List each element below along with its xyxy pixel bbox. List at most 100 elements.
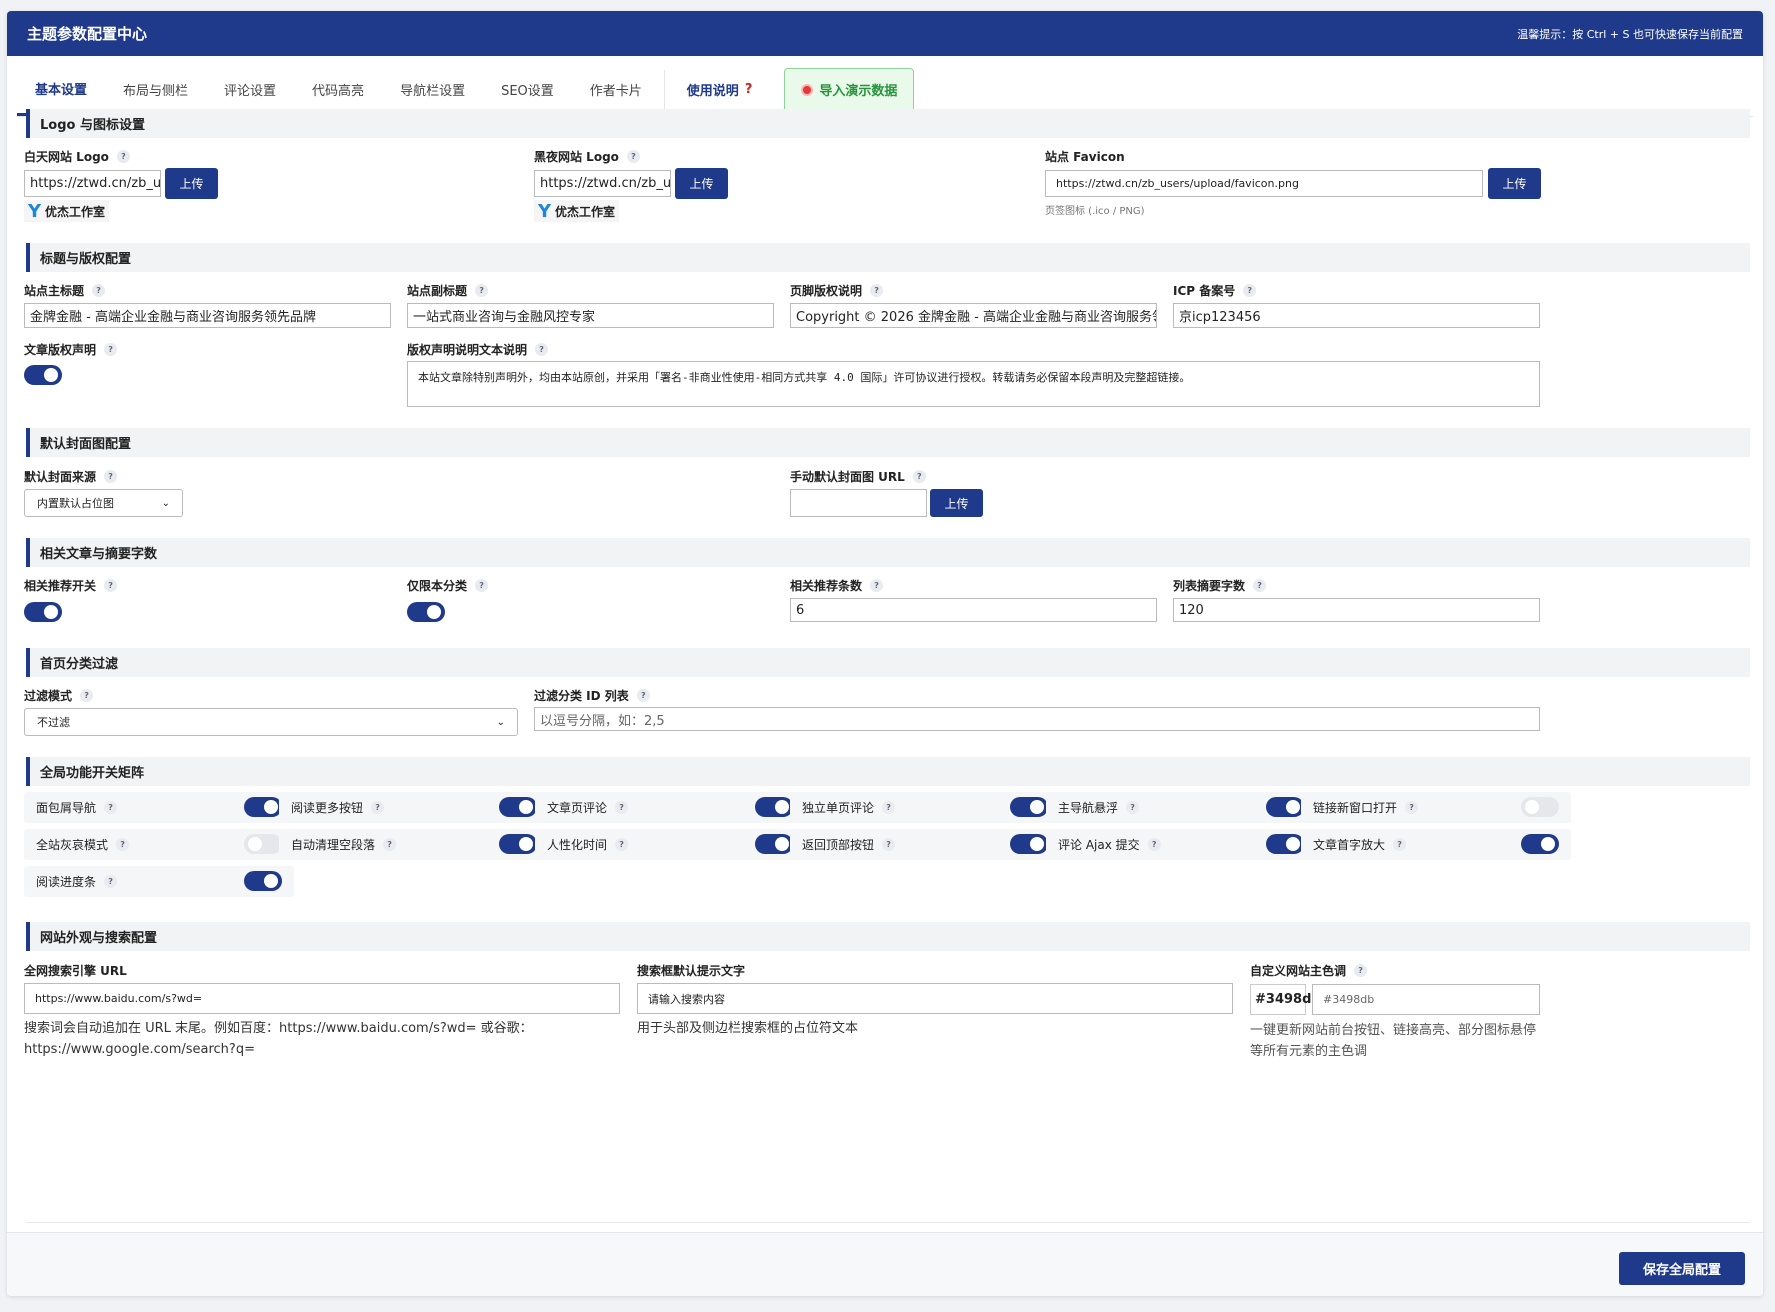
- cover-source-label: 默认封面来源?: [24, 468, 118, 485]
- theme-color-input[interactable]: #3498db: [1312, 984, 1540, 1015]
- footer-copyright-label-text: 页脚版权说明: [790, 284, 863, 298]
- help-icon[interactable]: ?: [104, 470, 118, 483]
- feature-toggle[interactable]: [755, 834, 793, 854]
- help-icon[interactable]: ?: [535, 343, 549, 356]
- excerpt-length-label: 列表摘要字数?: [1173, 577, 1267, 594]
- site-title-input[interactable]: 金牌金融 - 高端企业金融与商业咨询服务领先品牌: [24, 303, 391, 328]
- related-count-label: 相关推荐条数?: [790, 577, 884, 594]
- help-icon[interactable]: ?: [475, 284, 489, 297]
- feature-switch-label: 自动清理空段落: [291, 838, 376, 852]
- filter-ids-input[interactable]: 以逗号分隔，如：2,5: [534, 707, 1540, 731]
- help-icon[interactable]: ?: [870, 579, 884, 592]
- feature-switch-label: 主导航悬浮: [1058, 801, 1119, 815]
- import-demo-button[interactable]: 导入演示数据: [784, 67, 915, 112]
- help-icon[interactable]: ?: [615, 801, 629, 814]
- night-logo-preview: Y 优杰工作室: [534, 200, 620, 222]
- feature-switch-label: 全站灰哀模式: [36, 838, 109, 852]
- filter-mode-value: 不过滤: [37, 716, 70, 729]
- site-subtitle-input[interactable]: 一站式商业咨询与金融风控专家: [407, 303, 774, 328]
- feature-toggle[interactable]: [244, 834, 282, 854]
- help-icon[interactable]: ?: [116, 150, 130, 163]
- section-logo: Logo 与图标设置: [26, 109, 1750, 138]
- save-config-button[interactable]: 保存全局配置: [1619, 1252, 1745, 1285]
- cover-source-select[interactable]: 内置默认占位图 ⌄: [24, 489, 183, 517]
- feature-toggle[interactable]: [499, 797, 537, 817]
- manual-cover-input[interactable]: [790, 489, 927, 517]
- feature-toggle[interactable]: [1010, 797, 1048, 817]
- day-logo-preview: Y 优杰工作室: [24, 200, 110, 222]
- same-category-toggle[interactable]: [407, 602, 445, 622]
- feature-switch-label: 独立单页评论: [802, 801, 875, 815]
- help-icon[interactable]: ?: [615, 838, 629, 851]
- help-icon[interactable]: ?: [882, 838, 896, 851]
- feature-toggle[interactable]: [755, 797, 793, 817]
- feature-toggle[interactable]: [1266, 834, 1304, 854]
- article-copyright-label: 文章版权声明?: [24, 341, 118, 358]
- night-logo-input[interactable]: https://ztwd.cn/zb_users: [534, 170, 671, 197]
- help-icon[interactable]: ?: [636, 689, 650, 702]
- day-logo-input[interactable]: https://ztwd.cn/zb_users: [24, 170, 161, 197]
- related-switch-toggle[interactable]: [24, 602, 62, 622]
- feature-toggle[interactable]: [1010, 834, 1048, 854]
- help-icon[interactable]: ?: [104, 801, 118, 814]
- night-logo-upload-button[interactable]: 上传: [675, 168, 728, 199]
- feature-toggle[interactable]: [1266, 797, 1304, 817]
- tab-help-label: 使用说明: [686, 84, 739, 99]
- day-logo-preview-text: 优杰工作室: [45, 204, 106, 219]
- footer-bar: [7, 1232, 1763, 1296]
- help-icon[interactable]: ?: [1147, 838, 1161, 851]
- filter-mode-label: 过滤模式?: [24, 687, 94, 704]
- help-icon[interactable]: ?: [116, 838, 130, 851]
- help-icon[interactable]: ?: [104, 875, 118, 888]
- help-icon[interactable]: ?: [912, 470, 926, 483]
- day-logo-upload-button[interactable]: 上传: [165, 168, 218, 199]
- feature-switch-item: 主导航悬浮?: [1046, 792, 1316, 823]
- manual-cover-upload-button[interactable]: 上传: [930, 489, 983, 517]
- help-icon[interactable]: ?: [80, 689, 94, 702]
- help-icon[interactable]: ?: [371, 801, 385, 814]
- feature-switch-label: 阅读更多按钮: [291, 801, 364, 815]
- favicon-upload-button[interactable]: 上传: [1488, 168, 1541, 199]
- help-icon[interactable]: ?: [1243, 284, 1257, 297]
- help-icon[interactable]: ?: [870, 284, 884, 297]
- theme-color-help: 一键更新网站前台按钮、链接高亮、部分图标悬停等所有元素的主色调: [1250, 1023, 1537, 1059]
- feature-switch-label: 文章首字放大: [1313, 838, 1386, 852]
- help-icon[interactable]: ?: [92, 284, 106, 297]
- feature-switch-label: 返回顶部按钮: [802, 838, 875, 852]
- help-icon[interactable]: ?: [1126, 801, 1140, 814]
- search-placeholder-input[interactable]: 请输入搜索内容: [637, 983, 1233, 1014]
- logo-y-icon: Y: [538, 200, 552, 222]
- help-icon[interactable]: ?: [475, 579, 489, 592]
- feature-switch-item: 独立单页评论?: [790, 792, 1060, 823]
- help-icon[interactable]: ?: [1405, 801, 1419, 814]
- help-icon[interactable]: ?: [626, 150, 640, 163]
- help-icon[interactable]: ?: [1354, 964, 1368, 977]
- feature-switch-item: 文章首字放大?: [1301, 829, 1571, 860]
- article-copyright-toggle[interactable]: [24, 365, 62, 385]
- settings-panel: 主题参数配置中心 温馨提示：按 Ctrl + S 也可快速保存当前配置 基本设置…: [7, 11, 1763, 1296]
- feature-toggle[interactable]: [244, 797, 282, 817]
- feature-toggle[interactable]: [1521, 797, 1559, 817]
- favicon-input[interactable]: https://ztwd.cn/zb_users/upload/favicon.…: [1045, 170, 1483, 197]
- search-url-input[interactable]: https://www.baidu.com/s?wd=: [24, 983, 620, 1014]
- help-icon[interactable]: ?: [383, 838, 397, 851]
- feature-toggle[interactable]: [499, 834, 537, 854]
- theme-color-swatch[interactable]: #3498db: [1250, 984, 1321, 1015]
- related-count-input[interactable]: 6: [790, 598, 1157, 622]
- footer-copyright-input[interactable]: Copyright © 2026 金牌金融 - 高端企业金融与商业咨询服务领先品…: [790, 303, 1157, 328]
- help-icon[interactable]: ?: [104, 343, 118, 356]
- copyright-textarea[interactable]: 本站文章除特别声明外，均由本站原创，并采用「署名-非商业性使用-相同方式共享 4…: [407, 361, 1540, 407]
- icp-input[interactable]: 京icp123456: [1173, 303, 1540, 328]
- filter-mode-select[interactable]: 不过滤 ⌄: [24, 708, 518, 736]
- help-icon[interactable]: ?: [1253, 579, 1267, 592]
- help-icon[interactable]: ?: [1393, 838, 1407, 851]
- excerpt-length-input[interactable]: 120: [1173, 598, 1540, 622]
- feature-toggle[interactable]: [244, 871, 282, 891]
- night-logo-label-text: 黑夜网站 Logo: [534, 150, 619, 164]
- excerpt-length-label-text: 列表摘要字数: [1173, 579, 1246, 593]
- feature-switch-item: 评论 Ajax 提交?: [1046, 829, 1316, 860]
- help-icon[interactable]: ?: [104, 579, 118, 592]
- related-count-label-text: 相关推荐条数: [790, 579, 863, 593]
- help-icon[interactable]: ?: [882, 801, 896, 814]
- feature-toggle[interactable]: [1521, 834, 1559, 854]
